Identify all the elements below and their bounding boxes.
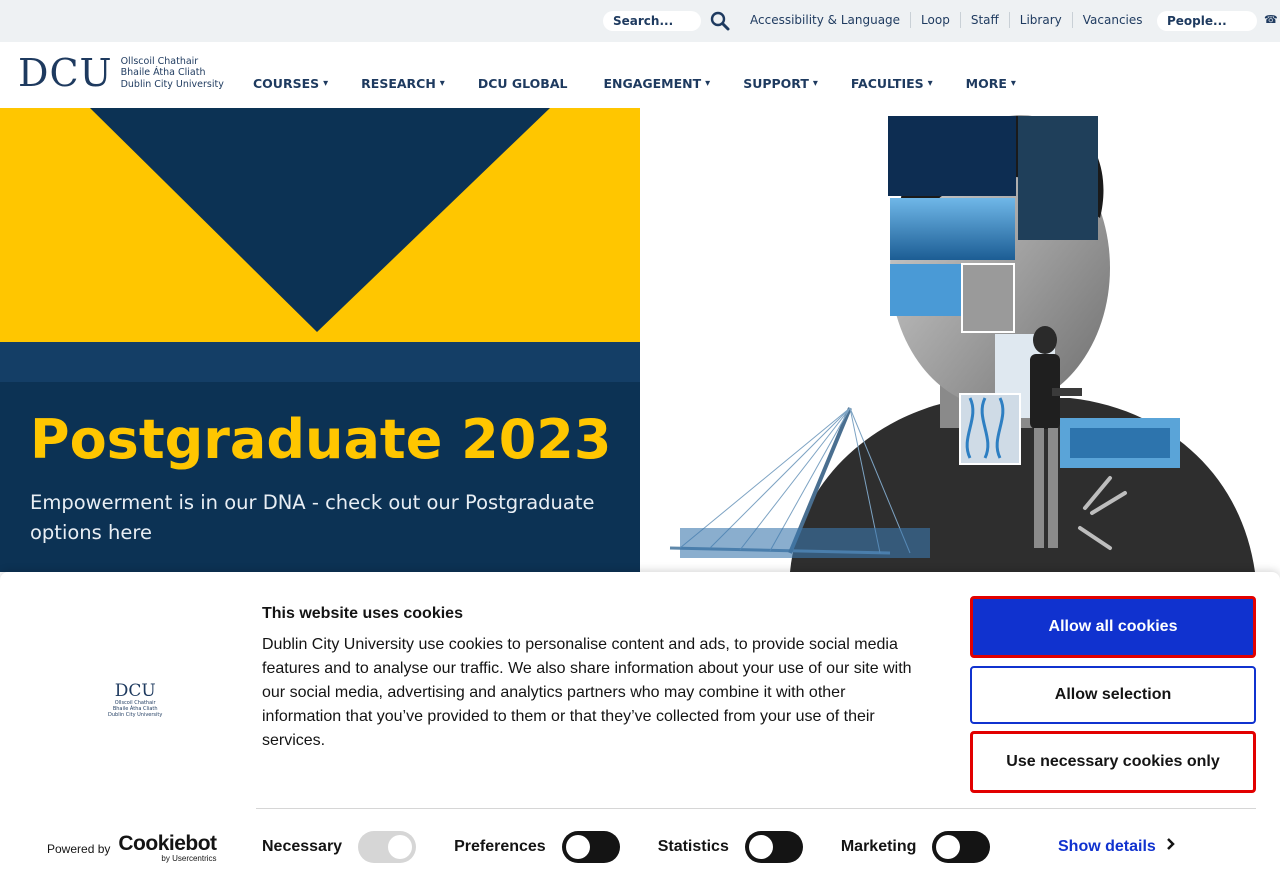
switch-knob xyxy=(565,835,590,859)
hero-band xyxy=(0,342,640,382)
nav-more[interactable]: MORE ▾ xyxy=(966,76,1016,91)
nav-label: DCU GLOBAL xyxy=(477,76,568,91)
chevron-right-icon xyxy=(1166,837,1176,856)
cookie-title: This website uses cookies xyxy=(262,605,463,622)
marketing-switch[interactable] xyxy=(932,831,991,863)
chevron-down-icon: ▾ xyxy=(927,78,933,89)
cookie-divider xyxy=(256,808,1256,809)
search-icon[interactable] xyxy=(709,10,731,32)
nav-label: ENGAGEMENT xyxy=(603,76,702,91)
chevron-down-icon: ▾ xyxy=(1010,78,1016,89)
necessary-cookies-only-button[interactable]: Use necessary cookies only xyxy=(970,731,1256,793)
logo-line: Ollscoil Chathair xyxy=(120,55,199,67)
link-loop[interactable]: Loop xyxy=(910,12,960,28)
preferences-switch[interactable] xyxy=(561,831,620,863)
toggle-label: Preferences xyxy=(454,838,546,855)
nav-label: FACULTIES xyxy=(850,76,924,91)
cookiebot-logo: Cookiebot by Usercentrics xyxy=(118,832,217,863)
toggle-preferences: Preferences xyxy=(454,831,620,863)
chevron-down-icon: ▾ xyxy=(812,78,818,89)
allow-all-cookies-button[interactable]: Allow all cookies xyxy=(970,596,1256,658)
hero-banner[interactable]: Postgraduate 2023 Empowerment is in our … xyxy=(0,108,640,572)
chevron-down-icon: ▾ xyxy=(323,78,329,89)
site-header: DCU Ollscoil Chathair Bhaile Átha Cliath… xyxy=(0,42,1280,108)
people-search-input[interactable] xyxy=(1157,11,1257,31)
hero-title: Postgraduate 2023 xyxy=(30,408,612,471)
cookie-banner: DCU Ollscoil Chathair Bhaile Átha Cliath… xyxy=(0,572,1280,887)
show-details-label: Show details xyxy=(1058,837,1156,855)
logo-line: Dublin City University xyxy=(108,712,163,718)
powered-by-label: Powered by xyxy=(47,841,111,856)
link-accessibility[interactable]: Accessibility & Language xyxy=(740,12,910,28)
switch-knob xyxy=(388,835,413,859)
hero-collage-illustration xyxy=(669,115,1255,572)
nav-label: COURSES xyxy=(253,76,320,91)
dcu-logo[interactable]: DCU Ollscoil Chathair Bhaile Átha Cliath… xyxy=(18,54,224,92)
logo-line: Dublin City University xyxy=(120,78,224,90)
main-nav: COURSES ▾ RESEARCH ▾ DCU GLOBAL ENGAGEMENT… xyxy=(253,76,1016,91)
logo-text: Ollscoil Chathair Bhaile Átha Cliath Dub… xyxy=(121,56,224,91)
statistics-switch[interactable] xyxy=(744,831,803,863)
usercentrics-label: by Usercentrics xyxy=(161,854,217,863)
logo-mark: DCU xyxy=(114,681,156,701)
utility-bar: Accessibility & Language Loop Staff Libr… xyxy=(0,0,1280,42)
link-staff[interactable]: Staff xyxy=(959,12,1009,28)
toggle-label: Marketing xyxy=(840,838,917,855)
allow-selection-button[interactable]: Allow selection xyxy=(970,666,1256,724)
nav-courses[interactable]: COURSES ▾ xyxy=(253,76,328,91)
hero-chevron-shape xyxy=(90,108,550,332)
nav-label: SUPPORT xyxy=(743,76,809,91)
nav-faculties[interactable]: FACULTIES ▾ xyxy=(851,76,933,91)
cookie-banner-logo: DCU Ollscoil Chathair Bhaile Átha Cliath… xyxy=(108,682,162,718)
search-input[interactable] xyxy=(603,11,701,31)
powered-by-cookiebot[interactable]: Powered by Cookiebot by Usercentrics xyxy=(47,832,217,863)
toggle-label: Statistics xyxy=(657,838,729,855)
nav-label: MORE xyxy=(965,76,1007,91)
hero-subtitle: Empowerment is in our DNA - check out ou… xyxy=(30,491,595,544)
cookiebot-wordmark: Cookiebot xyxy=(118,832,217,855)
nav-label: RESEARCH xyxy=(361,76,436,91)
toggle-statistics: Statistics xyxy=(658,831,803,863)
toggle-marketing: Marketing xyxy=(841,831,991,863)
switch-knob xyxy=(748,835,773,859)
chevron-down-icon: ▾ xyxy=(705,78,711,89)
toggle-necessary: Necessary xyxy=(262,831,417,863)
hero-image xyxy=(640,108,1280,572)
phone-icon[interactable]: ☎ xyxy=(1264,13,1278,26)
chevron-down-icon: ▾ xyxy=(439,78,445,89)
logo-line: Bhaile Átha Cliath xyxy=(120,67,206,79)
show-details-link[interactable]: Show details xyxy=(1058,837,1176,856)
switch-knob xyxy=(936,835,961,859)
nav-engagement[interactable]: ENGAGEMENT ▾ xyxy=(603,76,710,91)
nav-research[interactable]: RESEARCH ▾ xyxy=(361,76,445,91)
cookie-toggles: Necessary Preferences Statistics Marketi… xyxy=(262,831,991,863)
link-vacancies[interactable]: Vacancies xyxy=(1071,12,1153,28)
cookie-description: Dublin City University use cookies to pe… xyxy=(262,636,912,749)
necessary-switch xyxy=(358,831,417,863)
nav-support[interactable]: SUPPORT ▾ xyxy=(743,76,818,91)
link-library[interactable]: Library xyxy=(1008,12,1072,28)
logo-mark: DCU xyxy=(18,51,113,95)
utility-links: Accessibility & Language Loop Staff Libr… xyxy=(740,12,1153,28)
toggle-label: Necessary xyxy=(262,838,343,855)
nav-dcu-global[interactable]: DCU GLOBAL xyxy=(478,76,568,91)
